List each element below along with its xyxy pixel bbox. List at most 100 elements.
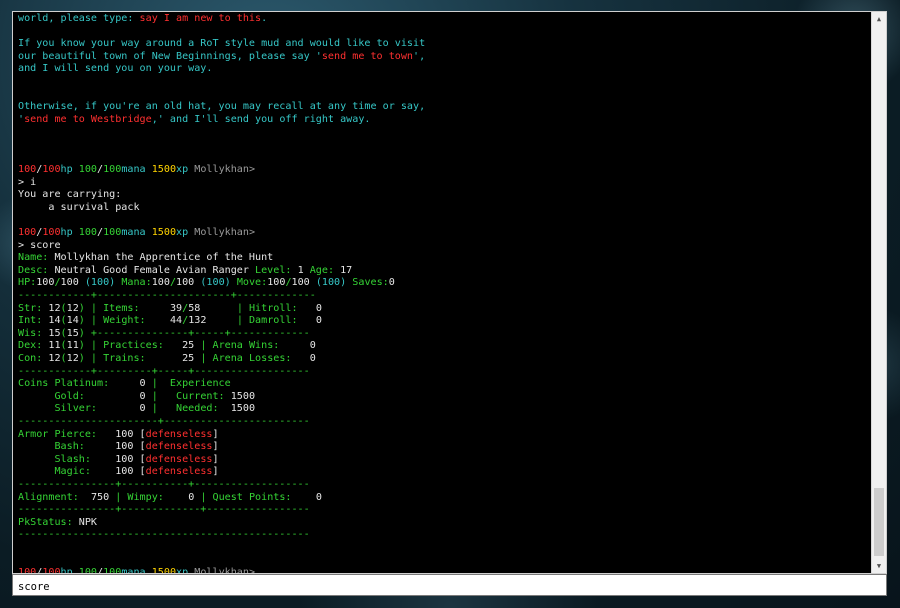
terminal-line: Alignment: 750 | Wimpy: 0 | Quest Points…	[18, 492, 868, 505]
terminal-text-segment: Wis:	[18, 327, 49, 339]
terminal-text-segment: say I am new to this	[139, 13, 262, 24]
terminal-text-segment: world, please type:	[18, 13, 140, 24]
terminal-text-segment: Arena Wins:	[212, 340, 310, 352]
terminal-text-segment: You are carrying:	[18, 189, 122, 201]
terminal-text-segment: | Current:	[151, 390, 231, 402]
terminal-text-segment: 100	[103, 567, 122, 573]
terminal-output-window[interactable]: world, please type: say I am new to this…	[12, 11, 887, 574]
terminal-text-segment: Mollykhan>	[194, 164, 256, 176]
terminal-text-segment: 100	[78, 227, 98, 239]
arrow-up-icon[interactable]: ▲	[872, 12, 886, 26]
terminal-text-segment: PkStatus:	[18, 516, 79, 528]
terminal-text-segment: > score	[18, 239, 61, 251]
terminal-text-segment: ) +---------------+-----+-------------	[78, 327, 310, 339]
terminal-line: You are carrying:	[18, 189, 868, 202]
terminal-text-segment: 100	[42, 164, 61, 176]
vertical-scrollbar[interactable]: ▲ ▼	[871, 12, 886, 573]
terminal-line: 100/100hp 100/100mana 1500xp Mollykhan>	[18, 567, 868, 573]
terminal-line: ----------------------------------------…	[18, 529, 868, 542]
terminal-line: Bash: 100 [defenseless]	[18, 441, 868, 454]
terminal-text-segment: ------------+---------+-----+-----------…	[18, 365, 310, 377]
terminal-text-segment: Alignment:	[18, 491, 91, 503]
terminal-text-segment: -----------------------+----------------…	[18, 416, 310, 427]
terminal-text-segment: | Needed:	[151, 403, 231, 415]
terminal-text-segment: 1	[297, 264, 310, 276]
terminal-line: If you know your way around a RoT style …	[18, 38, 868, 51]
command-input[interactable]	[13, 577, 886, 597]
terminal-text-segment: ]	[212, 466, 219, 478]
arrow-down-icon[interactable]: ▼	[872, 559, 886, 573]
terminal-text-segment: hp	[60, 164, 79, 176]
terminal-text-segment: NPK	[78, 516, 98, 528]
terminal-text-segment: and I will send you on your way.	[18, 63, 213, 75]
terminal-text-segment: defenseless	[145, 453, 213, 465]
terminal-text-segment: | Experience	[151, 378, 231, 390]
terminal-line: Desc: Neutral Good Female Avian Ranger L…	[18, 265, 868, 278]
terminal-line: > i	[18, 177, 868, 190]
terminal-text-segment: 0	[139, 378, 152, 390]
terminal-text-segment: our beautiful town of New Beginnings, pl…	[18, 50, 322, 62]
terminal-text-segment: 100	[18, 227, 37, 239]
terminal-text-segment: ----------------------------------------…	[18, 529, 310, 541]
terminal-line: our beautiful town of New Beginnings, pl…	[18, 51, 868, 64]
terminal-text-segment: 100	[115, 441, 140, 453]
terminal-text-segment: 58	[188, 302, 237, 314]
terminal-text-segment: Dex:	[18, 340, 49, 352]
terminal-text-segment: Wimpy:	[127, 491, 189, 503]
terminal-text-segment: 100	[291, 277, 316, 289]
terminal-text-segment: 100	[78, 164, 98, 176]
terminal-text-segment: ',	[413, 50, 426, 62]
terminal-line: Str: 12(12) | Items: 39/58 | Hitroll: 0	[18, 303, 868, 316]
terminal-text-segment: 100	[42, 567, 61, 573]
terminal-text-segment: 100	[18, 164, 37, 176]
terminal-text-segment: 1500	[230, 403, 256, 415]
terminal-text-segment: 100	[103, 164, 122, 176]
terminal-text-segment: If you know your way around a RoT style …	[18, 38, 426, 50]
terminal-text-segment: 1500	[151, 567, 177, 573]
terminal-text-segment: 1500	[151, 164, 177, 176]
terminal-line: ------------+----------------------+----…	[18, 290, 868, 303]
terminal-text-segment: defenseless	[145, 428, 213, 440]
terminal-text-segment: 12	[66, 302, 79, 314]
terminal-text-segment: Mollykhan the Apprentice of the Hunt	[54, 252, 274, 264]
terminal-text-segment: 1500	[230, 390, 256, 402]
terminal-text-segment: Neutral Good Female Avian Ranger	[54, 264, 256, 276]
terminal-line: Armor Pierce: 100 [defenseless]	[18, 429, 868, 442]
terminal-text-segment: |	[200, 491, 213, 503]
terminal-line: Coins Platinum: 0 | Experience	[18, 378, 868, 391]
terminal-text-segment: 17	[340, 264, 353, 276]
terminal-output-text: world, please type: say I am new to this…	[18, 13, 868, 573]
terminal-text-segment: Armor Pierce:	[18, 428, 116, 440]
terminal-text-segment: mana	[121, 164, 152, 176]
terminal-text-segment: Trains:	[103, 353, 183, 365]
terminal-text-segment: Mollykhan>	[194, 227, 256, 239]
terminal-line: Name: Mollykhan the Apprentice of the Hu…	[18, 252, 868, 265]
terminal-text-segment: 15	[66, 327, 79, 339]
terminal-text-segment: Str:	[18, 302, 49, 314]
terminal-text-segment: 100	[176, 277, 201, 289]
terminal-text-segment: xp	[176, 164, 195, 176]
terminal-line: Con: 12(12) | Trains: 25 | Arena Losses:…	[18, 353, 868, 366]
terminal-text-segment: Magic:	[18, 466, 116, 478]
command-input-bar[interactable]	[12, 574, 887, 597]
terminal-text-segment: 100	[18, 567, 37, 573]
terminal-text-segment: 12	[66, 353, 79, 365]
scrollbar-thumb[interactable]	[874, 488, 884, 556]
terminal-line: > score	[18, 240, 868, 253]
terminal-text-segment: ]	[212, 441, 219, 453]
terminal-text-segment: (100)	[84, 277, 122, 289]
terminal-text-segment: 15	[48, 327, 61, 339]
terminal-text-segment: 0	[309, 340, 316, 352]
terminal-text-segment: |	[200, 353, 213, 365]
terminal-line: Slash: 100 [defenseless]	[18, 454, 868, 467]
terminal-text-segment: hp	[60, 567, 79, 573]
terminal-text-segment: 12	[48, 353, 61, 365]
terminal-text-segment: 100	[267, 277, 286, 289]
terminal-text-segment: |	[236, 315, 249, 327]
terminal-text-segment: Quest Points:	[212, 491, 316, 503]
terminal-text-segment: Practices:	[103, 340, 183, 352]
